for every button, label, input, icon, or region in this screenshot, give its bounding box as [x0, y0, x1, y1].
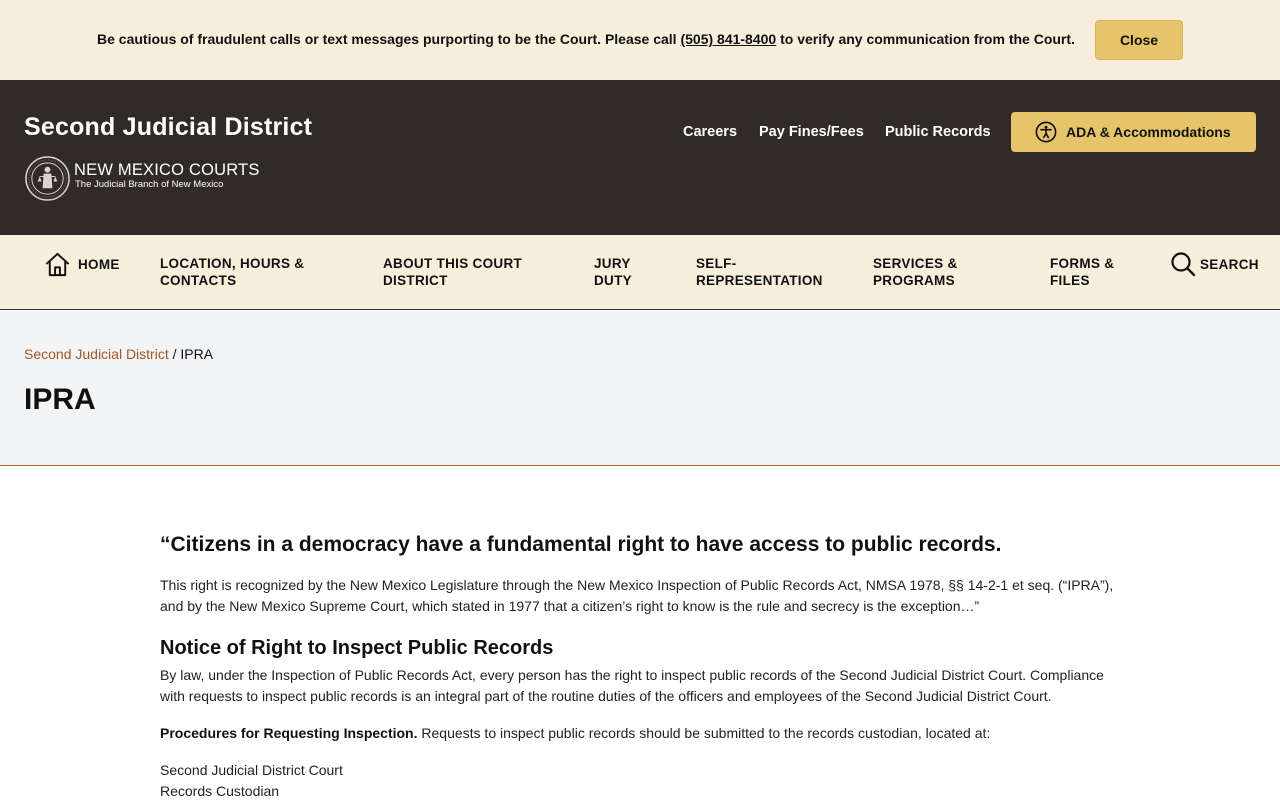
breadcrumb-home-link[interactable]: Second Judicial District	[24, 346, 169, 362]
nav-label-line: DISTRICT	[383, 273, 448, 288]
nav-label-line: JURY	[594, 256, 631, 271]
procedures-paragraph: Procedures for Requesting Inspection. Re…	[160, 723, 990, 744]
public-records-link[interactable]: Public Records	[885, 124, 991, 140]
address-line-1: Second Judicial District Court	[160, 762, 343, 778]
nav-location-hours-contacts[interactable]: LOCATION, HOURS & CONTACTS	[160, 255, 304, 289]
ada-accommodations-button[interactable]: ADA & Accommodations	[1011, 112, 1256, 152]
procedures-text: Requests to inspect public records shoul…	[417, 725, 991, 741]
quote-paragraph: This right is recognized by the New Mexi…	[160, 575, 1120, 617]
nav-forms-files[interactable]: FORMS & FILES	[1050, 255, 1114, 289]
nav-label-line: FILES	[1050, 273, 1090, 288]
procedures-label: Procedures for Requesting Inspection.	[160, 725, 418, 741]
nav-home[interactable]: HOME	[44, 251, 120, 278]
breadcrumb: Second Judicial District / IPRA	[24, 346, 213, 362]
nav-search-label: SEARCH	[1200, 256, 1259, 272]
court-seal-icon	[25, 156, 70, 201]
logo-name: NEW MEXICO COURTS	[74, 161, 260, 179]
nav-label-line: LOCATION, HOURS &	[160, 256, 305, 271]
address-line-2: Records Custodian	[160, 783, 280, 799]
alert-text-after: to verify any communication from the Cou…	[776, 31, 1075, 47]
nav-about-court-district[interactable]: ABOUT THIS COURT DISTRICT	[383, 255, 522, 289]
page-header-band: Second Judicial District / IPRA IPRA	[0, 311, 1280, 466]
paragraph-line: with requests to inspect public records …	[160, 688, 1052, 704]
site-title[interactable]: Second Judicial District	[24, 113, 312, 142]
site-header: Second Judicial District NEW MEXICO COUR…	[0, 80, 1280, 235]
main-nav: HOME LOCATION, HOURS & CONTACTS ABOUT TH…	[0, 235, 1280, 310]
nav-label-line: REPRESENTATION	[696, 273, 823, 288]
nav-label-line: PROGRAMS	[873, 273, 955, 288]
breadcrumb-separator: /	[168, 346, 181, 362]
nav-self-representation[interactable]: SELF- REPRESENTATION	[696, 255, 823, 289]
nav-label-line: ABOUT THIS COURT	[383, 256, 523, 271]
logo-tagline: The Judicial Branch of New Mexico	[75, 179, 224, 190]
nav-label-line: SELF-	[696, 256, 737, 271]
careers-link[interactable]: Careers	[683, 124, 737, 140]
nav-label-line: CONTACTS	[160, 273, 237, 288]
quote-heading: “Citizens in a democracy have a fundamen…	[160, 533, 1002, 556]
paragraph-line: This right is recognized by the New Mexi…	[160, 577, 1114, 593]
nav-jury-duty[interactable]: JURY DUTY	[594, 255, 632, 289]
nav-search[interactable]: SEARCH	[1170, 251, 1259, 277]
nav-label-line: DUTY	[594, 273, 632, 288]
notice-heading: Notice of Right to Inspect Public Record…	[160, 637, 554, 659]
nm-courts-logo[interactable]: NEW MEXICO COURTS The Judicial Branch of…	[24, 155, 284, 203]
nav-services-programs[interactable]: SERVICES & PROGRAMS	[873, 255, 958, 289]
nav-label-line: FORMS &	[1050, 256, 1115, 271]
accessibility-icon	[1035, 121, 1057, 143]
notice-paragraph: By law, under the Inspection of Public R…	[160, 665, 1120, 707]
paragraph-line: By law, under the Inspection of Public R…	[160, 667, 1104, 683]
fraud-alert-banner: Be cautious of fraudulent calls or text …	[0, 0, 1280, 80]
close-alert-button[interactable]: Close	[1095, 20, 1183, 60]
ada-label: ADA & Accommodations	[1066, 124, 1231, 140]
nav-label-line: SERVICES &	[873, 256, 958, 271]
breadcrumb-current: IPRA	[180, 346, 214, 362]
home-icon	[45, 252, 70, 277]
nav-home-label: HOME	[78, 257, 120, 272]
alert-phone-link[interactable]: (505) 841-8400	[680, 31, 776, 47]
alert-text-before: Be cautious of fraudulent calls or text …	[97, 31, 681, 47]
paragraph-line: and by the New Mexico Supreme Court, whi…	[160, 598, 980, 614]
fraud-alert-text: Be cautious of fraudulent calls or text …	[97, 31, 1075, 47]
search-icon	[1171, 252, 1196, 277]
page-title: IPRA	[24, 383, 96, 416]
pay-fines-link[interactable]: Pay Fines/Fees	[759, 124, 864, 140]
